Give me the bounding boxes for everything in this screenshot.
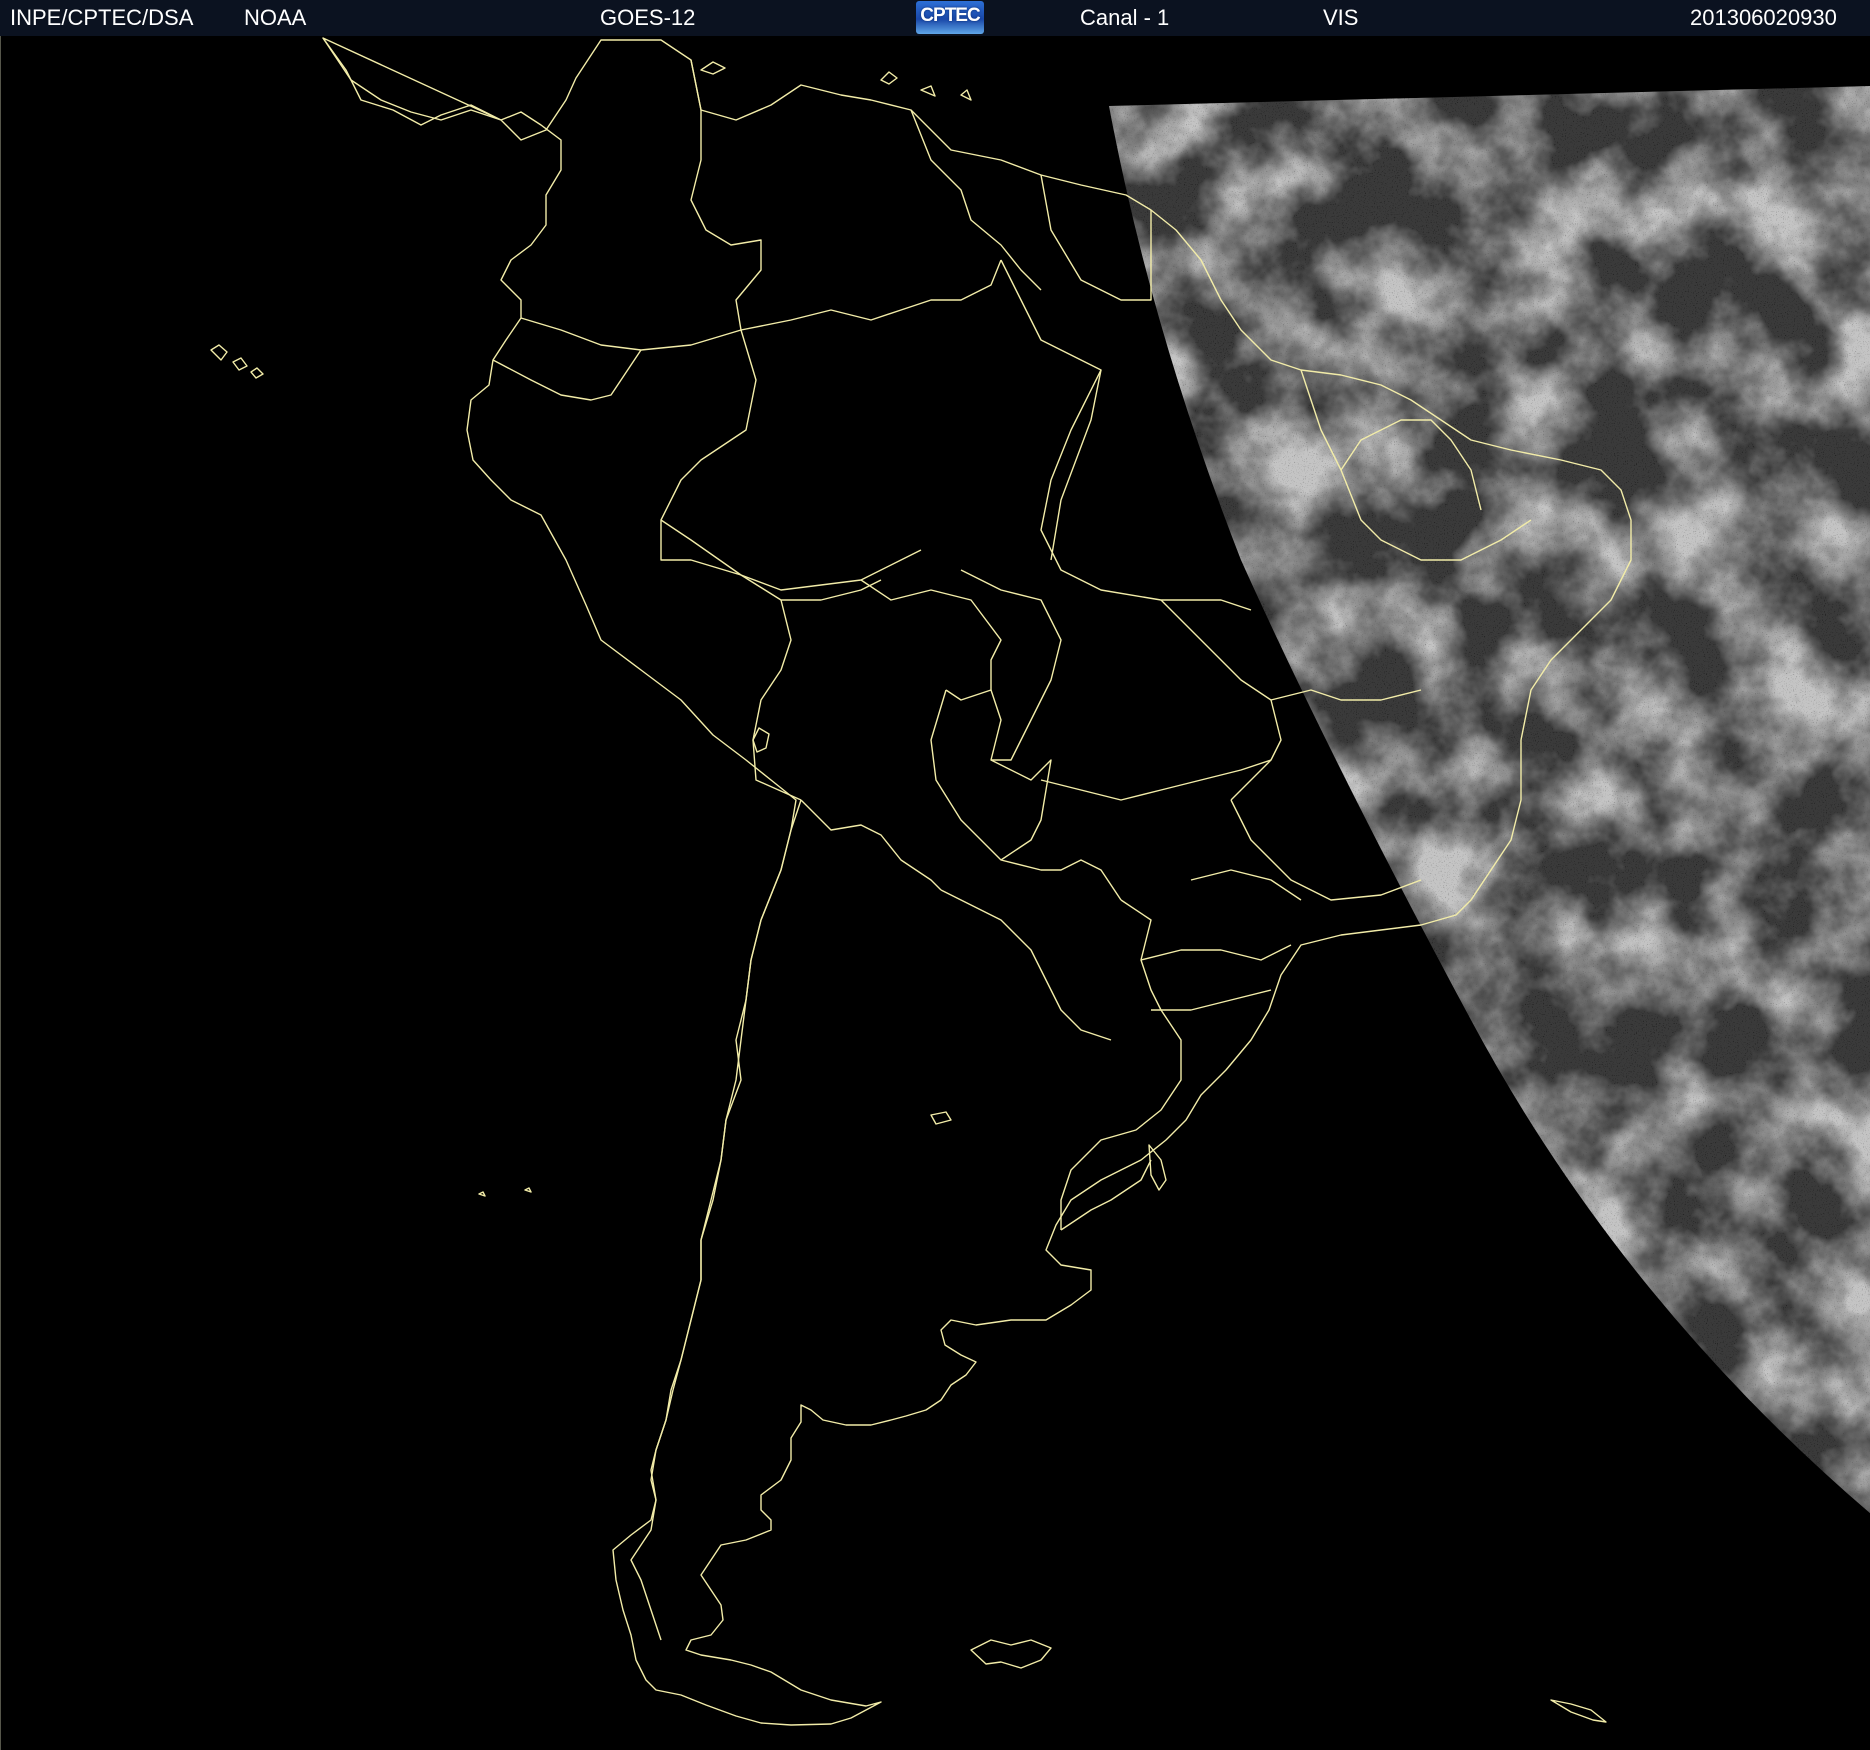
cloud-texture [1109, 86, 1870, 1514]
image-header-bar: INPE/CPTEC/DSA NOAA GOES-12 CPTEC Canal … [0, 0, 1870, 37]
border-sp-pr [1140, 944, 1292, 961]
border-sp-mg [1190, 869, 1302, 901]
border-peru-bolivia [752, 599, 802, 801]
border-go-mg [1160, 599, 1282, 801]
border-bolivia-argentina-chile [800, 799, 942, 891]
agency-label: NOAA [244, 5, 307, 30]
border-guyana [910, 109, 1042, 291]
border-chile-argentina [630, 799, 802, 1641]
south-georgia [1550, 1699, 1607, 1723]
lake-titicaca [752, 727, 770, 753]
border-brazil-bolivia [860, 579, 1002, 701]
satellite-label: GOES-12 [600, 5, 696, 30]
border-colombia-venezuela [690, 59, 762, 331]
channel-label: Canal - 1 [1080, 5, 1170, 30]
border-argentina-uruguay-brazil [1060, 899, 1182, 1230]
border-bolivia-paraguay [990, 689, 1052, 861]
border-peru-brazil [660, 519, 922, 591]
juan-fernandez [478, 1187, 532, 1197]
source-label: INPE/CPTEC/DSA [10, 5, 194, 30]
falkland-islands [970, 1639, 1052, 1669]
border-ecuador-peru [492, 349, 642, 401]
border-para-amazonas [1050, 369, 1102, 561]
cptec-logo: CPTEC [916, 1, 984, 34]
border-venezuela-brazil [740, 259, 1002, 331]
band-label: VIS [1323, 5, 1359, 30]
satellite-image [0, 36, 1870, 1750]
border-mt-states [960, 569, 1062, 761]
lake-argentina-patagonia [930, 1111, 952, 1125]
logo-text: CPTEC [920, 5, 980, 26]
border-paraguay-argentina-brazil [930, 689, 1122, 901]
timestamp-label: 201306020930 [1690, 5, 1837, 30]
border-argentina-paraguay-south [940, 889, 1112, 1041]
border-uruguay-brazil [1060, 1159, 1152, 1231]
galapagos-islands [210, 344, 264, 379]
border-colombia-ecuador-peru [520, 317, 882, 601]
border-pr-sc-rs [1151, 989, 1272, 1011]
map-canvas [210, 37, 1870, 1726]
daylight-cloud-field [1109, 86, 1870, 1514]
